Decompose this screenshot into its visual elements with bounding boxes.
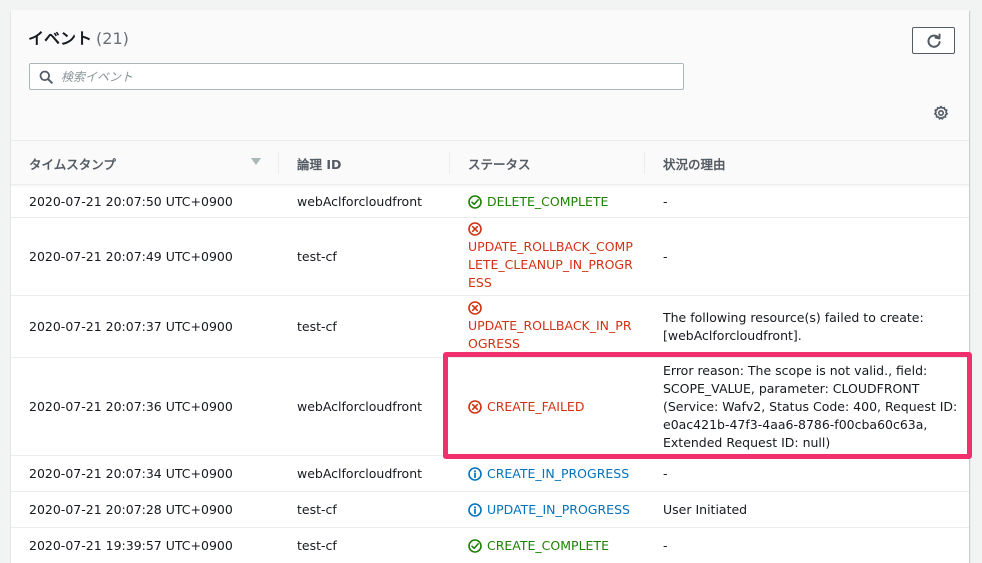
- column-header-logical-id[interactable]: 論理 ID: [297, 141, 341, 185]
- table-row: 2020-07-21 20:07:37 UTC+0900 test-cf UPD…: [11, 296, 969, 358]
- refresh-button[interactable]: [912, 27, 955, 54]
- table-row: 2020-07-21 20:07:34 UTC+0900 webAclforcl…: [11, 456, 969, 492]
- table-header: タイムスタンプ 論理 ID ステータス 状況の理由: [11, 141, 969, 185]
- cell-logical-id: test-cf: [297, 538, 337, 553]
- cell-status: UPDATE_ROLLBACK_COMP LETE_CLEANUP_IN_PRO…: [468, 218, 633, 295]
- search-input[interactable]: [61, 69, 661, 84]
- cell-timestamp: 2020-07-21 20:07:36 UTC+0900: [29, 399, 233, 414]
- status-text: DELETE_COMPLETE: [487, 193, 609, 209]
- cell-status: CREATE_FAILED: [468, 358, 584, 455]
- cell-reason: Error reason: The scope is not valid., f…: [663, 358, 957, 455]
- reason-text: -: [663, 193, 668, 209]
- search-icon: [39, 70, 53, 84]
- cell-timestamp: 2020-07-21 20:07:49 UTC+0900: [29, 249, 233, 264]
- cell-reason: -: [663, 218, 668, 295]
- status-text: UPDATE_IN_PROGRESS: [487, 501, 630, 517]
- cell-status: UPDATE_ROLLBACK_IN_PR OGRESS: [468, 296, 632, 357]
- reason-text: -: [663, 465, 668, 481]
- reason-text: -: [663, 537, 668, 553]
- search-box[interactable]: [29, 63, 684, 90]
- table-row: 2020-07-21 20:07:49 UTC+0900 test-cf UPD…: [11, 218, 969, 296]
- reason-text: -: [663, 248, 668, 264]
- cell-timestamp: 2020-07-21 20:07:37 UTC+0900: [29, 319, 233, 334]
- reason-text: [webAclforcloudfront].: [663, 327, 802, 343]
- table-row: 2020-07-21 20:07:28 UTC+0900 test-cf UPD…: [11, 492, 969, 528]
- page-title: イベント (21): [28, 25, 129, 49]
- cell-status: UPDATE_IN_PROGRESS: [468, 492, 630, 527]
- cell-timestamp: 2020-07-21 20:07:50 UTC+0900: [29, 194, 233, 209]
- info-circle-icon: [468, 466, 482, 481]
- events-header: イベント (21): [11, 10, 969, 141]
- status-text: CREATE_IN_PROGRESS: [487, 465, 630, 481]
- error-circle-icon: [468, 399, 482, 414]
- cell-reason: User Initiated: [663, 492, 747, 527]
- status-text: ESS: [468, 274, 492, 290]
- cell-timestamp: 2020-07-21 20:07:28 UTC+0900: [29, 502, 233, 517]
- cell-reason: -: [663, 456, 668, 491]
- table-row: 2020-07-21 20:07:50 UTC+0900 webAclforcl…: [11, 186, 969, 218]
- error-circle-icon: [468, 300, 482, 315]
- check-circle-icon: [468, 194, 482, 209]
- reason-text: User Initiated: [663, 501, 748, 517]
- error-circle-icon: [468, 221, 482, 236]
- column-header-reason[interactable]: 状況の理由: [663, 141, 726, 185]
- column-divider[interactable]: [278, 152, 279, 174]
- cell-logical-id: test-cf: [297, 249, 337, 264]
- cell-reason: -: [663, 186, 668, 217]
- cell-logical-id: webAclforcloudfront: [297, 194, 423, 209]
- status-text: OGRESS: [468, 335, 520, 351]
- column-header-timestamp[interactable]: タイムスタンプ: [29, 141, 116, 185]
- column-divider[interactable]: [449, 152, 450, 174]
- cell-reason: The following resource(s) failed to crea…: [663, 296, 924, 357]
- reason-text: Extended Request ID: null): [663, 434, 831, 450]
- cell-timestamp: 2020-07-21 20:07:34 UTC+0900: [29, 466, 233, 481]
- cell-timestamp: 2020-07-21 19:39:57 UTC+0900: [29, 538, 233, 553]
- reason-text: SCOPE_VALUE, parameter: CLOUDFRONT: [663, 380, 920, 396]
- reason-text: The following resource(s) failed to crea…: [663, 309, 924, 325]
- cell-logical-id: test-cf: [297, 502, 337, 517]
- status-text: UPDATE_ROLLBACK_IN_PR: [468, 317, 632, 333]
- gear-icon[interactable]: [933, 105, 949, 121]
- sort-descending-icon[interactable]: [251, 158, 261, 165]
- column-header-status[interactable]: ステータス: [468, 141, 531, 185]
- cell-logical-id: webAclforcloudfront: [297, 466, 423, 481]
- status-text: CREATE_FAILED: [487, 398, 585, 414]
- cell-logical-id: webAclforcloudfront: [297, 399, 423, 414]
- event-count: (21): [96, 29, 129, 48]
- reason-text: Error reason: The scope is not valid., f…: [663, 362, 928, 378]
- column-divider[interactable]: [644, 152, 645, 174]
- title-text: イベント: [28, 29, 93, 48]
- reason-text: (Service: Wafv2, Status Code: 400, Reque…: [663, 398, 958, 414]
- table-row: 2020-07-21 20:07:36 UTC+0900 webAclforcl…: [11, 358, 969, 456]
- cell-status: CREATE_IN_PROGRESS: [468, 456, 629, 491]
- status-text: CREATE_COMPLETE: [487, 537, 609, 553]
- reason-text: e0ac421b-47f3-4aa6-8786-f00cba60c63a,: [663, 416, 928, 432]
- status-text: UPDATE_ROLLBACK_COMP: [468, 238, 633, 254]
- check-circle-icon: [468, 538, 482, 553]
- cell-reason: -: [663, 528, 668, 563]
- table-row: 2020-07-21 19:39:57 UTC+0900 test-cf CRE…: [11, 528, 969, 563]
- status-text: LETE_CLEANUP_IN_PROGR: [468, 256, 633, 272]
- events-panel: イベント (21) 検索イベント タイムスタンプ 論理 ID ステータス 状況の…: [11, 10, 969, 563]
- cell-status: CREATE_COMPLETE: [468, 528, 609, 563]
- cell-status: DELETE_COMPLETE: [468, 186, 608, 217]
- info-circle-icon: [468, 502, 482, 517]
- refresh-icon: [927, 33, 941, 48]
- cell-logical-id: test-cf: [297, 319, 337, 334]
